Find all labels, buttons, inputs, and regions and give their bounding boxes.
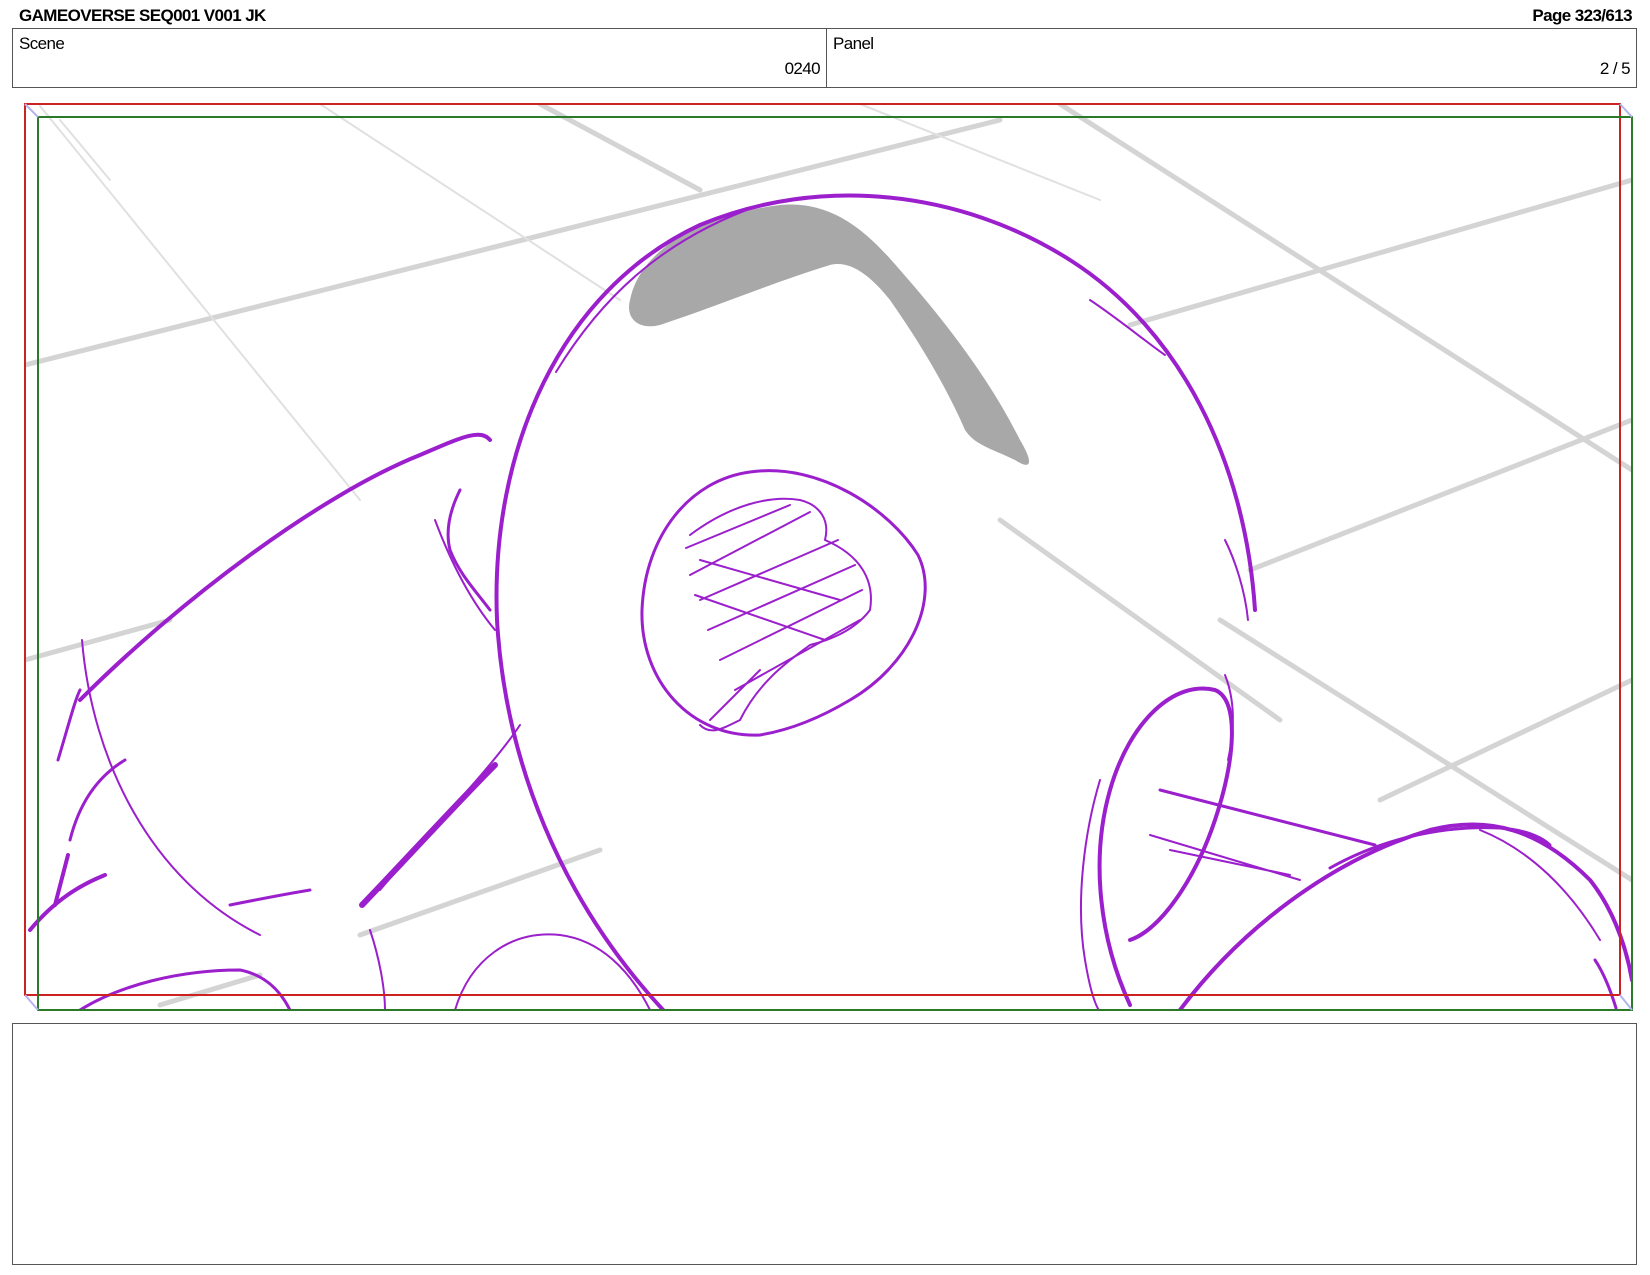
panel-notes-box: [12, 1023, 1637, 1265]
floor-grid: [25, 104, 1632, 1008]
safe-frame: [24, 103, 1621, 996]
storyboard-panel-drawing: [24, 103, 1633, 1011]
scene-number: 0240: [784, 59, 821, 78]
camera-frame: [37, 116, 1633, 1011]
character-sketch: [28, 193, 1632, 1010]
panel-cell: Panel 2 / 5: [827, 29, 1636, 87]
panel-label: Panel: [833, 34, 874, 53]
panel-info-header: Scene 0240 Panel 2 / 5: [12, 28, 1637, 88]
document-title: GAMEOVERSE SEQ001 V001 JK: [19, 6, 266, 25]
scene-cell: Scene 0240: [13, 29, 827, 87]
page-number: Page 323/613: [1532, 6, 1632, 25]
frame-corner-markers: [24, 103, 1633, 1011]
panel-number: 2 / 5: [1599, 59, 1631, 78]
scene-label: Scene: [19, 34, 65, 53]
head-shadow: [629, 204, 1030, 465]
